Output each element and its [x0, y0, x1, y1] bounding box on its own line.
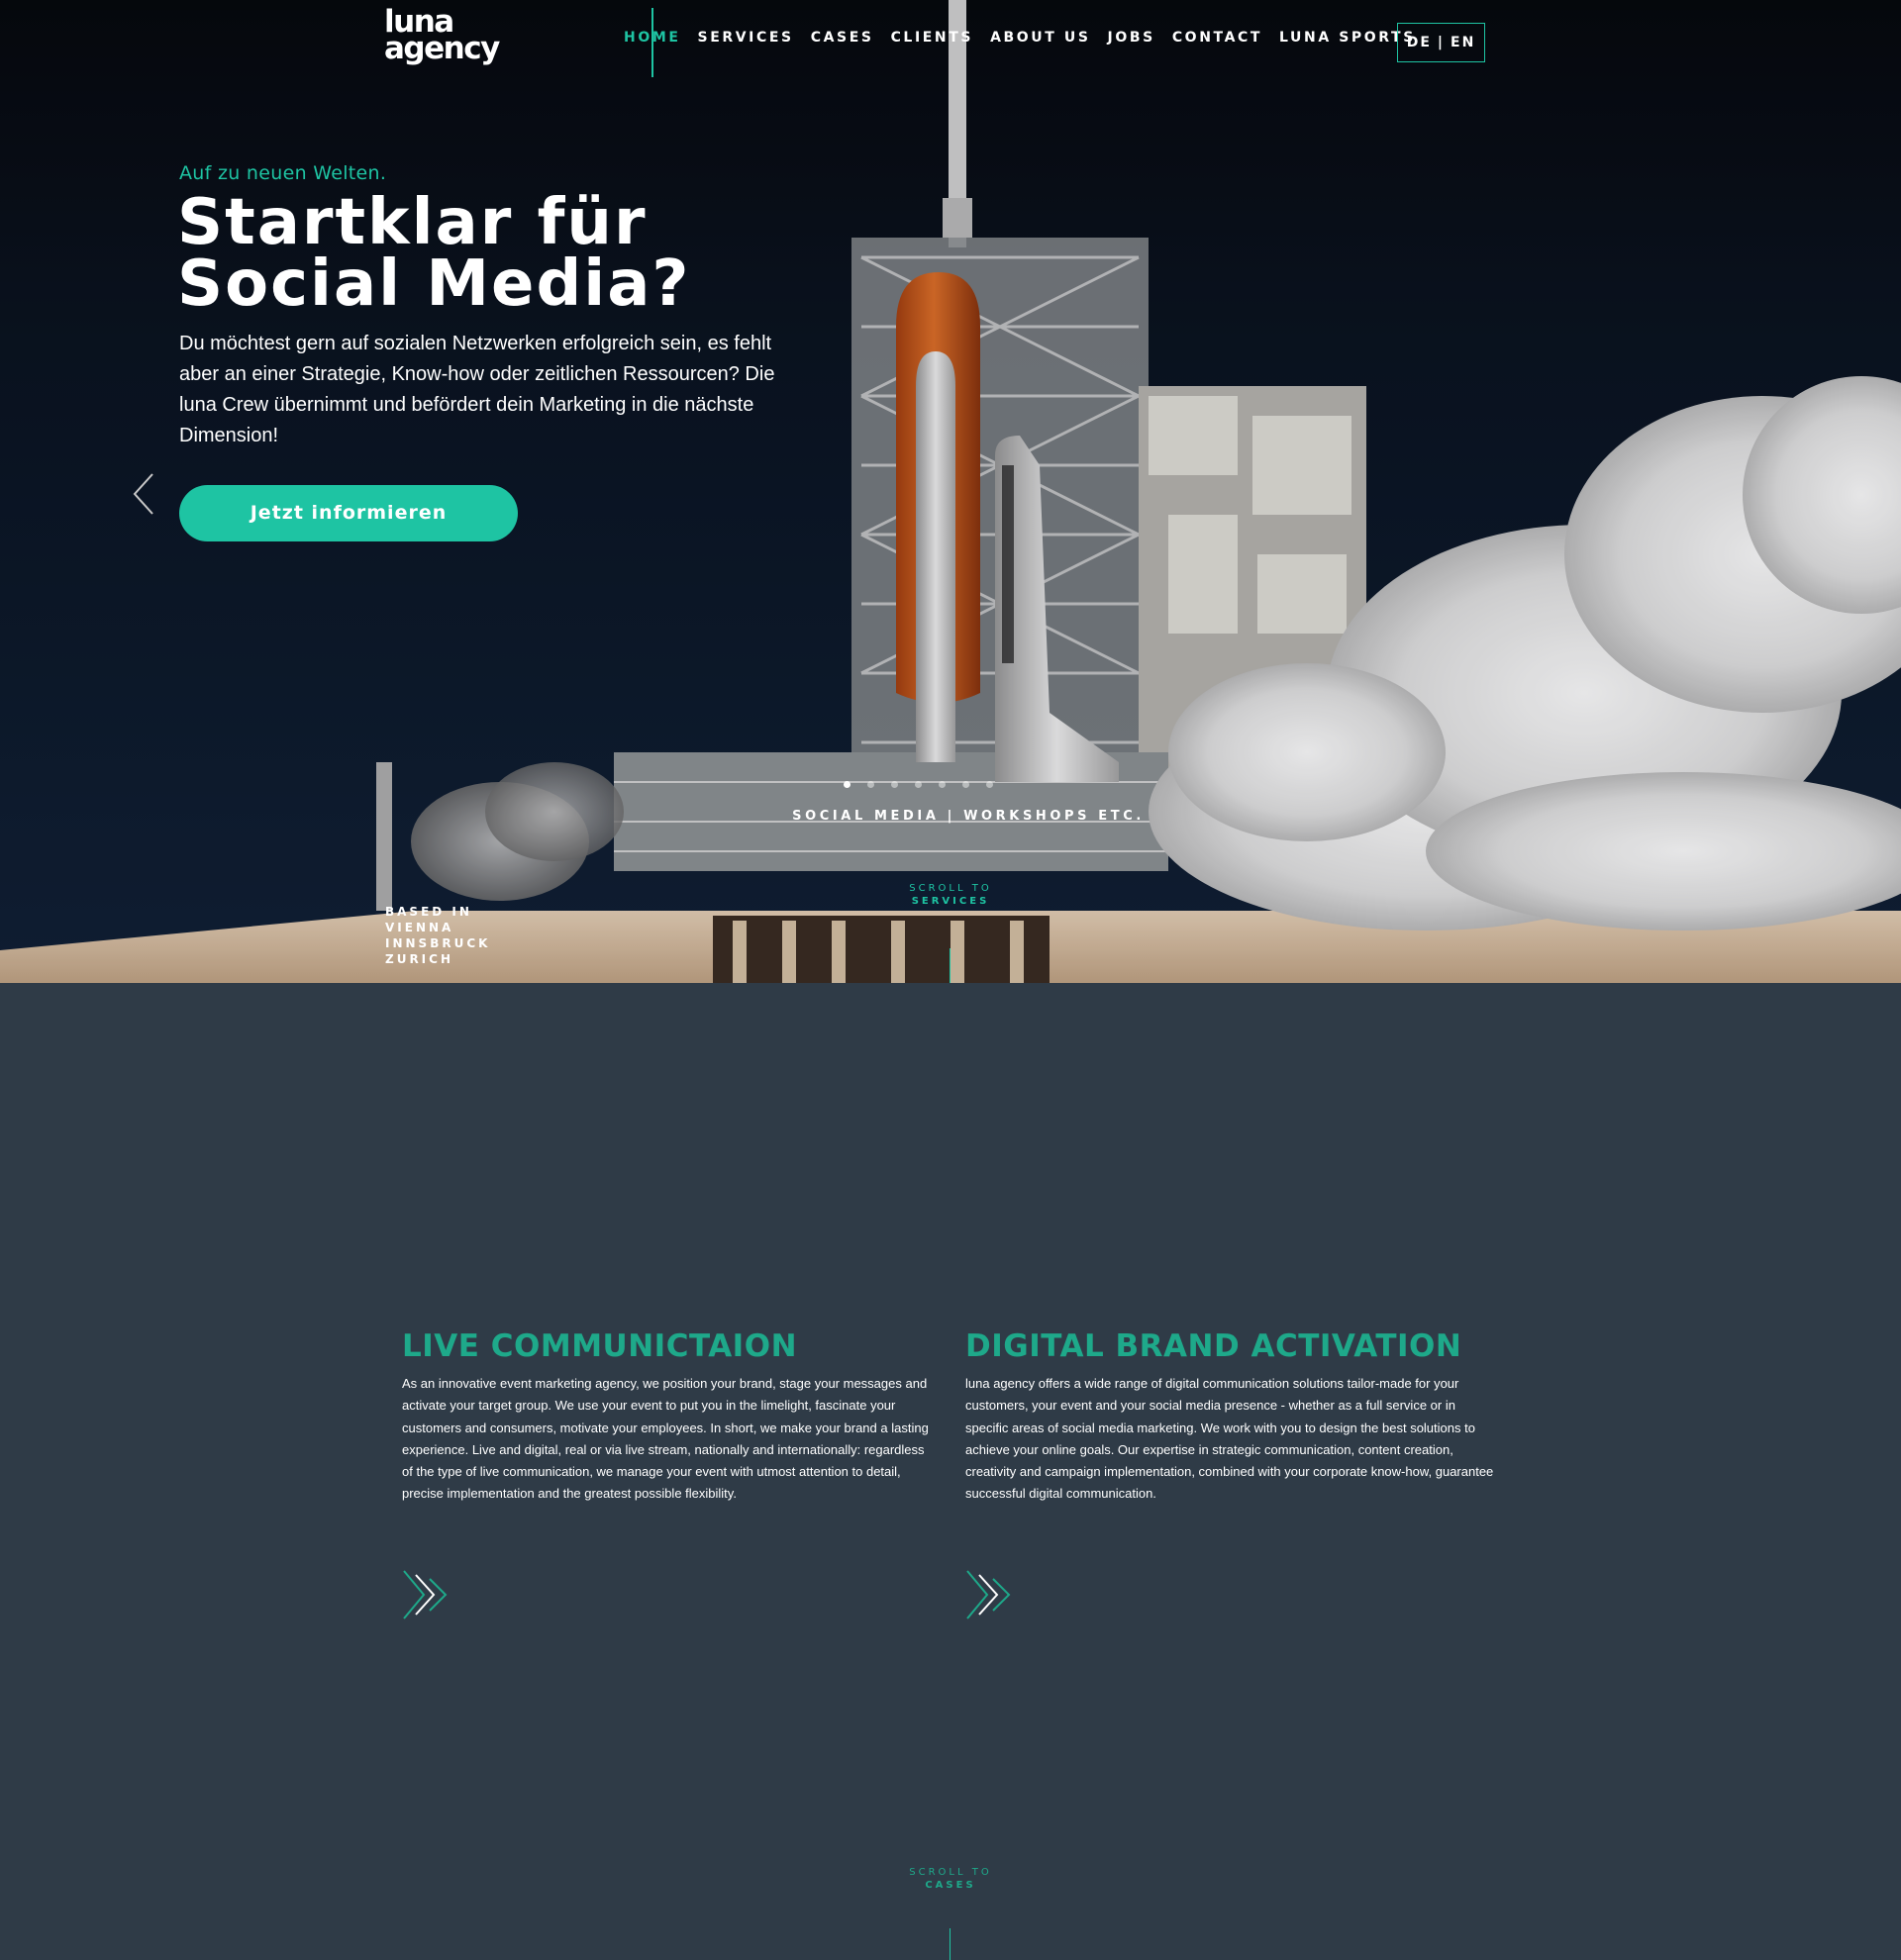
slide-tags-text: SOCIAL MEDIA | WORKSHOPS ETC. [792, 809, 1145, 824]
nav-home[interactable]: HOME [624, 30, 681, 46]
slider-dot[interactable] [939, 781, 946, 788]
nav-services[interactable]: SERVICES [698, 30, 794, 46]
hero-cta-button[interactable]: Jetzt informieren [179, 485, 518, 541]
slider-dot[interactable] [844, 781, 850, 788]
hero-headline-line2: Social Media? [177, 247, 691, 321]
scroll-label: SCROLL TO [909, 883, 992, 894]
slide-tags: SOCIAL MEDIA | WORKSHOPS ETC. [0, 809, 1901, 824]
service-title: DIGITAL BRAND ACTIVATION [965, 1328, 1462, 1364]
logo-line2: agency [384, 31, 500, 66]
nav-cases[interactable]: CASES [811, 30, 874, 46]
hero-slider: luna agency HOME SERVICES CASES CLIENTS … [0, 0, 1901, 983]
lang-separator: | [1437, 35, 1446, 50]
slider-dots [844, 781, 993, 788]
luna-agency-logo[interactable]: luna agency [384, 7, 523, 69]
slider-dot[interactable] [962, 781, 969, 788]
slider-dot[interactable] [915, 781, 922, 788]
language-switcher: DE | EN [1397, 23, 1485, 62]
site-header: luna agency HOME SERVICES CASES CLIENTS … [0, 0, 1901, 85]
hero-lead: Du möchtest gern auf sozialen Netzwerken… [179, 333, 775, 446]
based-in: BASED IN VIENNA INNSBRUCK ZURICH [385, 904, 490, 967]
hero-headline: Startklar für Social Media? [177, 191, 890, 316]
nav-about-us[interactable]: ABOUT US [990, 30, 1090, 46]
service-title: LIVE COMMUNICTAION [402, 1328, 798, 1364]
nav-jobs[interactable]: JOBS [1108, 30, 1155, 46]
main-nav: HOME SERVICES CASES CLIENTS ABOUT US JOB… [624, 30, 1433, 46]
nav-contact[interactable]: CONTACT [1172, 30, 1262, 46]
hero-eyebrow: Auf zu neuen Welten. [179, 162, 387, 184]
lang-en[interactable]: EN [1451, 35, 1475, 50]
slider-dot[interactable] [867, 781, 874, 788]
scroll-target: SERVICES [911, 896, 990, 907]
scroll-target: CASES [925, 1880, 976, 1891]
scroll-label: SCROLL TO [909, 1867, 992, 1878]
double-chevron-right-icon[interactable] [402, 1569, 453, 1620]
city-zurich: ZURICH [385, 952, 453, 966]
scroll-to-services[interactable]: SCROLL TO SERVICES [0, 882, 1901, 908]
slider-prev-icon[interactable] [129, 471, 158, 517]
nav-luna-sports[interactable]: LUNA SPORTS [1279, 30, 1416, 46]
service-live-communication: LIVE COMMUNICTAION As an innovative even… [402, 1325, 937, 1619]
lang-de[interactable]: DE [1407, 35, 1432, 50]
double-chevron-right-icon[interactable] [965, 1569, 1017, 1620]
city-vienna: VIENNA [385, 921, 454, 934]
city-innsbruck: INNSBRUCK [385, 936, 491, 950]
slider-dot[interactable] [891, 781, 898, 788]
nav-clients[interactable]: CLIENTS [891, 30, 974, 46]
service-text: As an innovative event marketing agency,… [402, 1376, 929, 1502]
service-digital-brand-activation: DIGITAL BRAND ACTIVATION luna agency off… [965, 1325, 1500, 1619]
service-text: luna agency offers a wide range of digit… [965, 1376, 1494, 1502]
scroll-to-cases[interactable]: SCROLL TO CASES [0, 1866, 1901, 1892]
slider-dot[interactable] [986, 781, 993, 788]
